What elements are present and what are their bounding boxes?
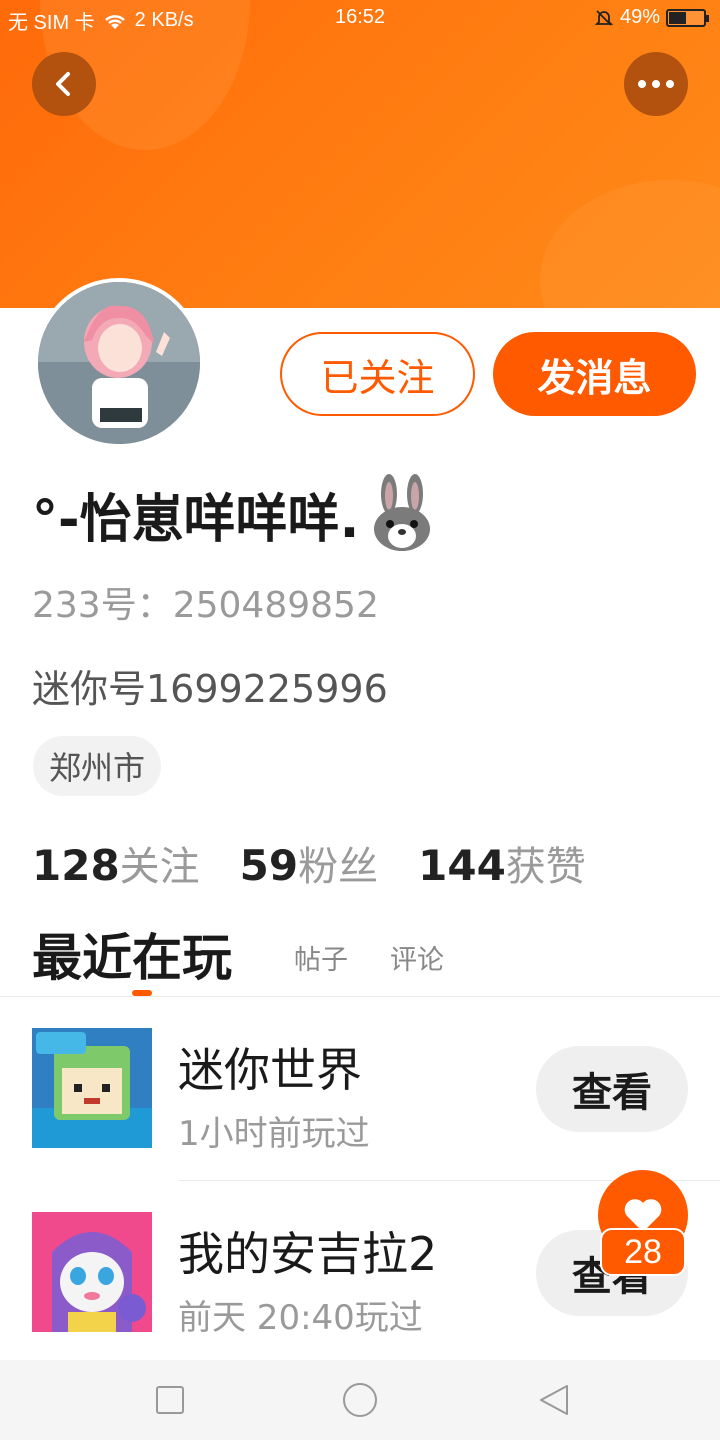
- circle-icon: [343, 1383, 377, 1417]
- like-count-badge: 28: [600, 1228, 686, 1276]
- stat-fans[interactable]: 59粉丝: [240, 834, 378, 892]
- tab-comments[interactable]: 评论: [390, 938, 444, 977]
- profile-header: 无 SIM 卡 2 KB/s 16:52 49%: [0, 0, 720, 308]
- game-name: 我的安吉拉2: [178, 1227, 438, 1281]
- back-button[interactable]: [32, 52, 96, 116]
- tab-posts[interactable]: 帖子: [294, 938, 348, 977]
- following-button[interactable]: 已关注: [280, 332, 475, 416]
- battery-icon: [666, 8, 709, 27]
- system-nav-bar: [0, 1360, 720, 1440]
- send-message-button[interactable]: 发消息: [493, 332, 696, 416]
- profile-stats: 128关注 59粉丝 144获赞: [32, 834, 586, 892]
- stat-number: 144: [418, 841, 506, 890]
- more-dots-icon: [638, 80, 674, 88]
- username-text: °-怡崽咩咩咩.: [32, 489, 360, 550]
- divider: [0, 996, 720, 997]
- home-button[interactable]: [340, 1380, 380, 1420]
- more-button[interactable]: [624, 52, 688, 116]
- id-233: 233号：250489852: [32, 585, 379, 626]
- mini-id: 迷你号1699225996: [32, 667, 388, 711]
- game-icon-mini-world: [32, 1028, 152, 1148]
- rabbit-emoji-icon: [374, 474, 431, 551]
- square-icon: [156, 1386, 184, 1414]
- game-last-played: 前天 20:40玩过: [178, 1298, 423, 1338]
- status-bar: 无 SIM 卡 2 KB/s 16:52 49%: [0, 0, 720, 38]
- city-tag: 郑州市: [33, 736, 162, 796]
- stat-number: 128: [32, 841, 120, 890]
- stat-likes[interactable]: 144获赞: [418, 834, 586, 892]
- profile-tabs: 最近在玩 帖子 评论: [32, 918, 712, 996]
- game-name: 迷你世界: [178, 1043, 362, 1097]
- triangle-back-icon: [540, 1385, 568, 1415]
- avatar[interactable]: [34, 278, 204, 448]
- stat-label: 关注: [119, 844, 200, 890]
- battery-percent: 49%: [619, 6, 660, 28]
- game-icon-my-angela-2: [32, 1212, 152, 1332]
- list-item[interactable]: 迷你世界 1小时前玩过 查看: [0, 1000, 720, 1180]
- game-last-played: 1小时前玩过: [178, 1114, 370, 1154]
- avatar-image: [38, 282, 200, 444]
- header-decoration: [540, 180, 720, 308]
- chevron-left-icon: [56, 72, 70, 96]
- stat-label: 获赞: [505, 844, 586, 890]
- username: °-怡崽咩咩咩.: [32, 474, 437, 554]
- back-nav-button[interactable]: [534, 1380, 574, 1420]
- view-button[interactable]: 查看: [536, 1046, 688, 1132]
- mute-bell-icon: [594, 9, 614, 26]
- like-floating-button[interactable]: 28: [598, 1170, 688, 1280]
- stat-following[interactable]: 128关注: [32, 834, 200, 892]
- stat-number: 59: [239, 841, 299, 890]
- recent-apps-button[interactable]: [150, 1380, 190, 1420]
- stat-label: 粉丝: [298, 844, 379, 890]
- tab-recently-played[interactable]: 最近在玩: [32, 918, 232, 990]
